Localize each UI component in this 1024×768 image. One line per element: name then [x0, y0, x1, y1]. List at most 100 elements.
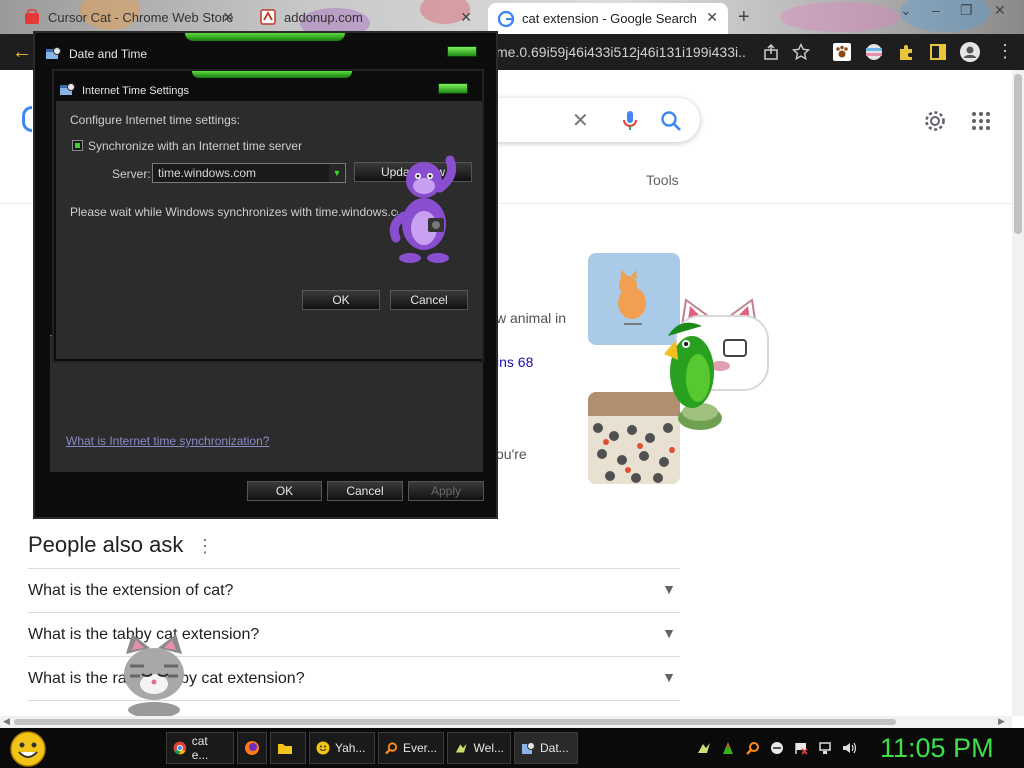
share-icon[interactable]	[762, 43, 780, 61]
sync-checkbox-label: Synchronize with an Internet time server	[88, 139, 303, 153]
tray-flag-icon[interactable]	[794, 741, 808, 755]
tab-addonup[interactable]: addonup.com ✕	[250, 3, 482, 31]
scroll-right-arrow-icon[interactable]: ▶	[998, 716, 1005, 727]
taskbar-button-chrome[interactable]: cat e...	[166, 732, 234, 764]
result-snippet-link[interactable]: ins 68	[496, 354, 533, 370]
tab-cat-extension[interactable]: cat extension - Google Search ✕	[488, 3, 728, 34]
extensions-puzzle-icon[interactable]	[897, 43, 915, 61]
scroll-left-arrow-icon[interactable]: ◀	[3, 716, 10, 727]
tab-search-chevron-icon[interactable]: ⌄	[900, 2, 912, 19]
taskbar-label: Yah...	[335, 741, 366, 755]
paw-extension-icon[interactable]	[833, 43, 851, 61]
scrollbar-thumb[interactable]	[14, 719, 896, 725]
google-apps-icon[interactable]	[971, 111, 991, 131]
chrome-icon	[173, 741, 187, 755]
dialog-close-button[interactable]	[447, 46, 477, 57]
purple-gorilla-character	[389, 155, 457, 263]
minimize-button[interactable]: –	[932, 2, 940, 18]
google-logo-fragment	[22, 106, 32, 132]
taskbar-button-date-time[interactable]: Dat...	[514, 732, 578, 764]
cancel-button[interactable]: Cancel	[327, 481, 403, 501]
addonup-icon	[260, 9, 276, 25]
dropdown-arrow-icon[interactable]: ▼	[329, 164, 345, 182]
cancel-button[interactable]: Cancel	[390, 290, 468, 310]
profile-avatar-icon[interactable]	[960, 42, 980, 62]
taskbar-button-folder[interactable]	[270, 732, 306, 764]
paa-more-icon[interactable]: ⋮	[196, 536, 214, 557]
tray-volume-icon[interactable]	[842, 741, 856, 755]
clear-search-icon[interactable]: ✕	[572, 108, 589, 133]
tools-button[interactable]: Tools	[646, 172, 679, 188]
browser-tab-bar: Cursor Cat - Chrome Web Store ✕ addonup.…	[0, 0, 1024, 34]
taskbar-label: Dat...	[540, 741, 569, 755]
wallpaper-splat	[780, 2, 900, 32]
server-label: Server:	[112, 167, 151, 181]
close-window-button[interactable]: ✕	[994, 2, 1006, 19]
server-select[interactable]: time.windows.com ▼	[152, 163, 346, 183]
close-tab-icon[interactable]: ✕	[706, 9, 718, 26]
dialog-title: Internet Time Settings	[82, 85, 189, 97]
dialog-glow	[185, 33, 345, 41]
taskbar-button-welcome[interactable]: Wel...	[447, 732, 511, 764]
wallpaper-splat	[900, 0, 990, 32]
help-link[interactable]: What is Internet time synchronization?	[66, 434, 269, 448]
taskbar-button-yahoo[interactable]: Yah...	[309, 732, 375, 764]
datetime-icon	[522, 742, 535, 754]
taskbar-label: cat e...	[191, 734, 209, 762]
folder-icon	[278, 744, 292, 754]
paa-question-text: What is the extension of cat?	[28, 581, 234, 599]
horizontal-scrollbar[interactable]: ◀ ▶	[0, 716, 1012, 728]
address-bar[interactable]: me.0.69i59j46i433i512j46i131i199i433i...	[496, 44, 746, 60]
tray-status-icon[interactable]	[770, 741, 784, 755]
date-time-icon	[46, 47, 61, 59]
settings-heading: Configure Internet time settings:	[70, 113, 241, 127]
back-arrow-icon[interactable]: ←	[12, 41, 32, 64]
ok-button[interactable]: OK	[302, 290, 380, 310]
server-value: time.windows.com	[158, 166, 257, 180]
search-icon	[385, 742, 398, 755]
voice-search-icon[interactable]	[622, 110, 638, 132]
google-icon	[498, 10, 514, 27]
chevron-down-icon: ▼	[662, 625, 676, 641]
close-tab-icon[interactable]: ✕	[222, 9, 234, 26]
tab-cursor-cat[interactable]: Cursor Cat - Chrome Web Store ✕	[14, 3, 244, 31]
search-icon[interactable]	[660, 110, 682, 132]
tray-bird-icon[interactable]	[697, 741, 711, 755]
apply-button[interactable]: Apply	[408, 481, 484, 501]
tray-parrot-icon[interactable]	[721, 741, 735, 755]
settings-gear-icon[interactable]	[924, 110, 946, 132]
start-smiley-icon[interactable]	[9, 731, 47, 767]
taskbar-label: Ever...	[402, 741, 437, 755]
tab-label: cat extension - Google Search	[522, 11, 697, 26]
tab-label: Cursor Cat - Chrome Web Store	[48, 9, 234, 25]
bird-icon	[455, 743, 467, 753]
side-panel-icon[interactable]	[929, 43, 947, 61]
result-snippet: ou're	[496, 446, 527, 462]
browser-menu-icon[interactable]: ⋮	[996, 41, 1014, 62]
ok-button[interactable]: OK	[247, 481, 322, 501]
people-also-ask-title: People also ask	[28, 532, 184, 557]
tab-label: addonup.com	[284, 9, 363, 25]
bookmark-star-icon[interactable]	[792, 43, 810, 61]
scrollbar-thumb[interactable]	[1014, 74, 1022, 234]
taskbar-button-everything[interactable]: Ever...	[378, 732, 444, 764]
flag-extension-icon[interactable]	[865, 43, 883, 61]
chevron-down-icon: ▼	[662, 669, 676, 685]
result-snippet: w animal in	[496, 310, 567, 326]
taskbar-button-firefox[interactable]	[237, 732, 267, 764]
paa-question[interactable]: What is the extension of cat? ▼	[28, 568, 680, 612]
tray-network-icon[interactable]	[818, 741, 832, 755]
new-tab-button[interactable]: +	[738, 6, 750, 29]
sync-status-text: Please wait while Windows synchronizes w…	[70, 205, 398, 219]
gray-cat-character	[124, 634, 184, 716]
restore-button[interactable]: ❐	[960, 2, 973, 19]
dialog-title: Date and Time	[69, 47, 148, 61]
dialog-close-button[interactable]	[438, 83, 468, 94]
sync-checkbox[interactable]	[72, 140, 83, 151]
close-tab-icon[interactable]: ✕	[460, 9, 472, 26]
taskbar-clock[interactable]: 11:05 PM	[880, 733, 994, 764]
chevron-down-icon: ▼	[662, 581, 676, 597]
chrome-web-store-icon	[25, 9, 39, 24]
vertical-scrollbar[interactable]	[1012, 70, 1024, 716]
tray-search-icon[interactable]	[746, 741, 760, 755]
